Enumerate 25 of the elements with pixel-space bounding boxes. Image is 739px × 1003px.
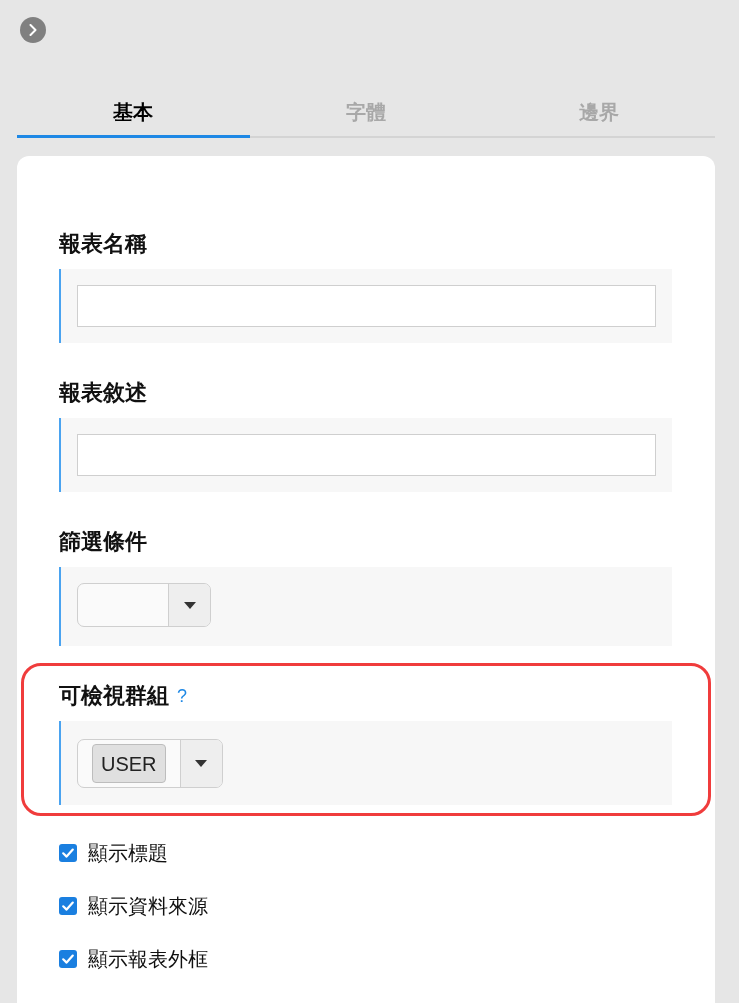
caret-icon bbox=[195, 760, 208, 767]
tab[interactable]: 基本 bbox=[17, 86, 250, 138]
checkbox[interactable] bbox=[59, 950, 77, 968]
text-input[interactable] bbox=[77, 285, 656, 327]
group-tag: USER bbox=[92, 744, 166, 783]
tab[interactable]: 字體 bbox=[249, 86, 483, 138]
checkbox-label: 顯示報表外框 bbox=[88, 946, 208, 972]
field-label: 篩選條件 bbox=[59, 528, 147, 556]
checkbox-label: 顯示資料來源 bbox=[88, 893, 208, 919]
text-input[interactable] bbox=[77, 434, 656, 476]
field-label: 報表名稱 bbox=[59, 230, 147, 258]
dropdown-toggle-button[interactable] bbox=[168, 584, 210, 626]
caret-icon bbox=[183, 601, 196, 609]
checkbox-label: 顯示標題 bbox=[88, 840, 168, 866]
field-label: 可檢視群組 bbox=[59, 682, 169, 710]
help-link[interactable]: ? bbox=[177, 685, 187, 707]
dropdown-toggle-button[interactable] bbox=[179, 740, 222, 787]
field-label: 報表敘述 bbox=[59, 379, 147, 407]
tab[interactable]: 邊界 bbox=[482, 86, 715, 138]
dropdown-field[interactable] bbox=[77, 583, 211, 627]
dropdown-field[interactable]: USER bbox=[77, 739, 223, 788]
checkbox[interactable] bbox=[59, 844, 77, 862]
expand-button[interactable] bbox=[20, 17, 46, 43]
checkbox[interactable] bbox=[59, 897, 77, 915]
chevron-right-icon bbox=[29, 24, 37, 36]
